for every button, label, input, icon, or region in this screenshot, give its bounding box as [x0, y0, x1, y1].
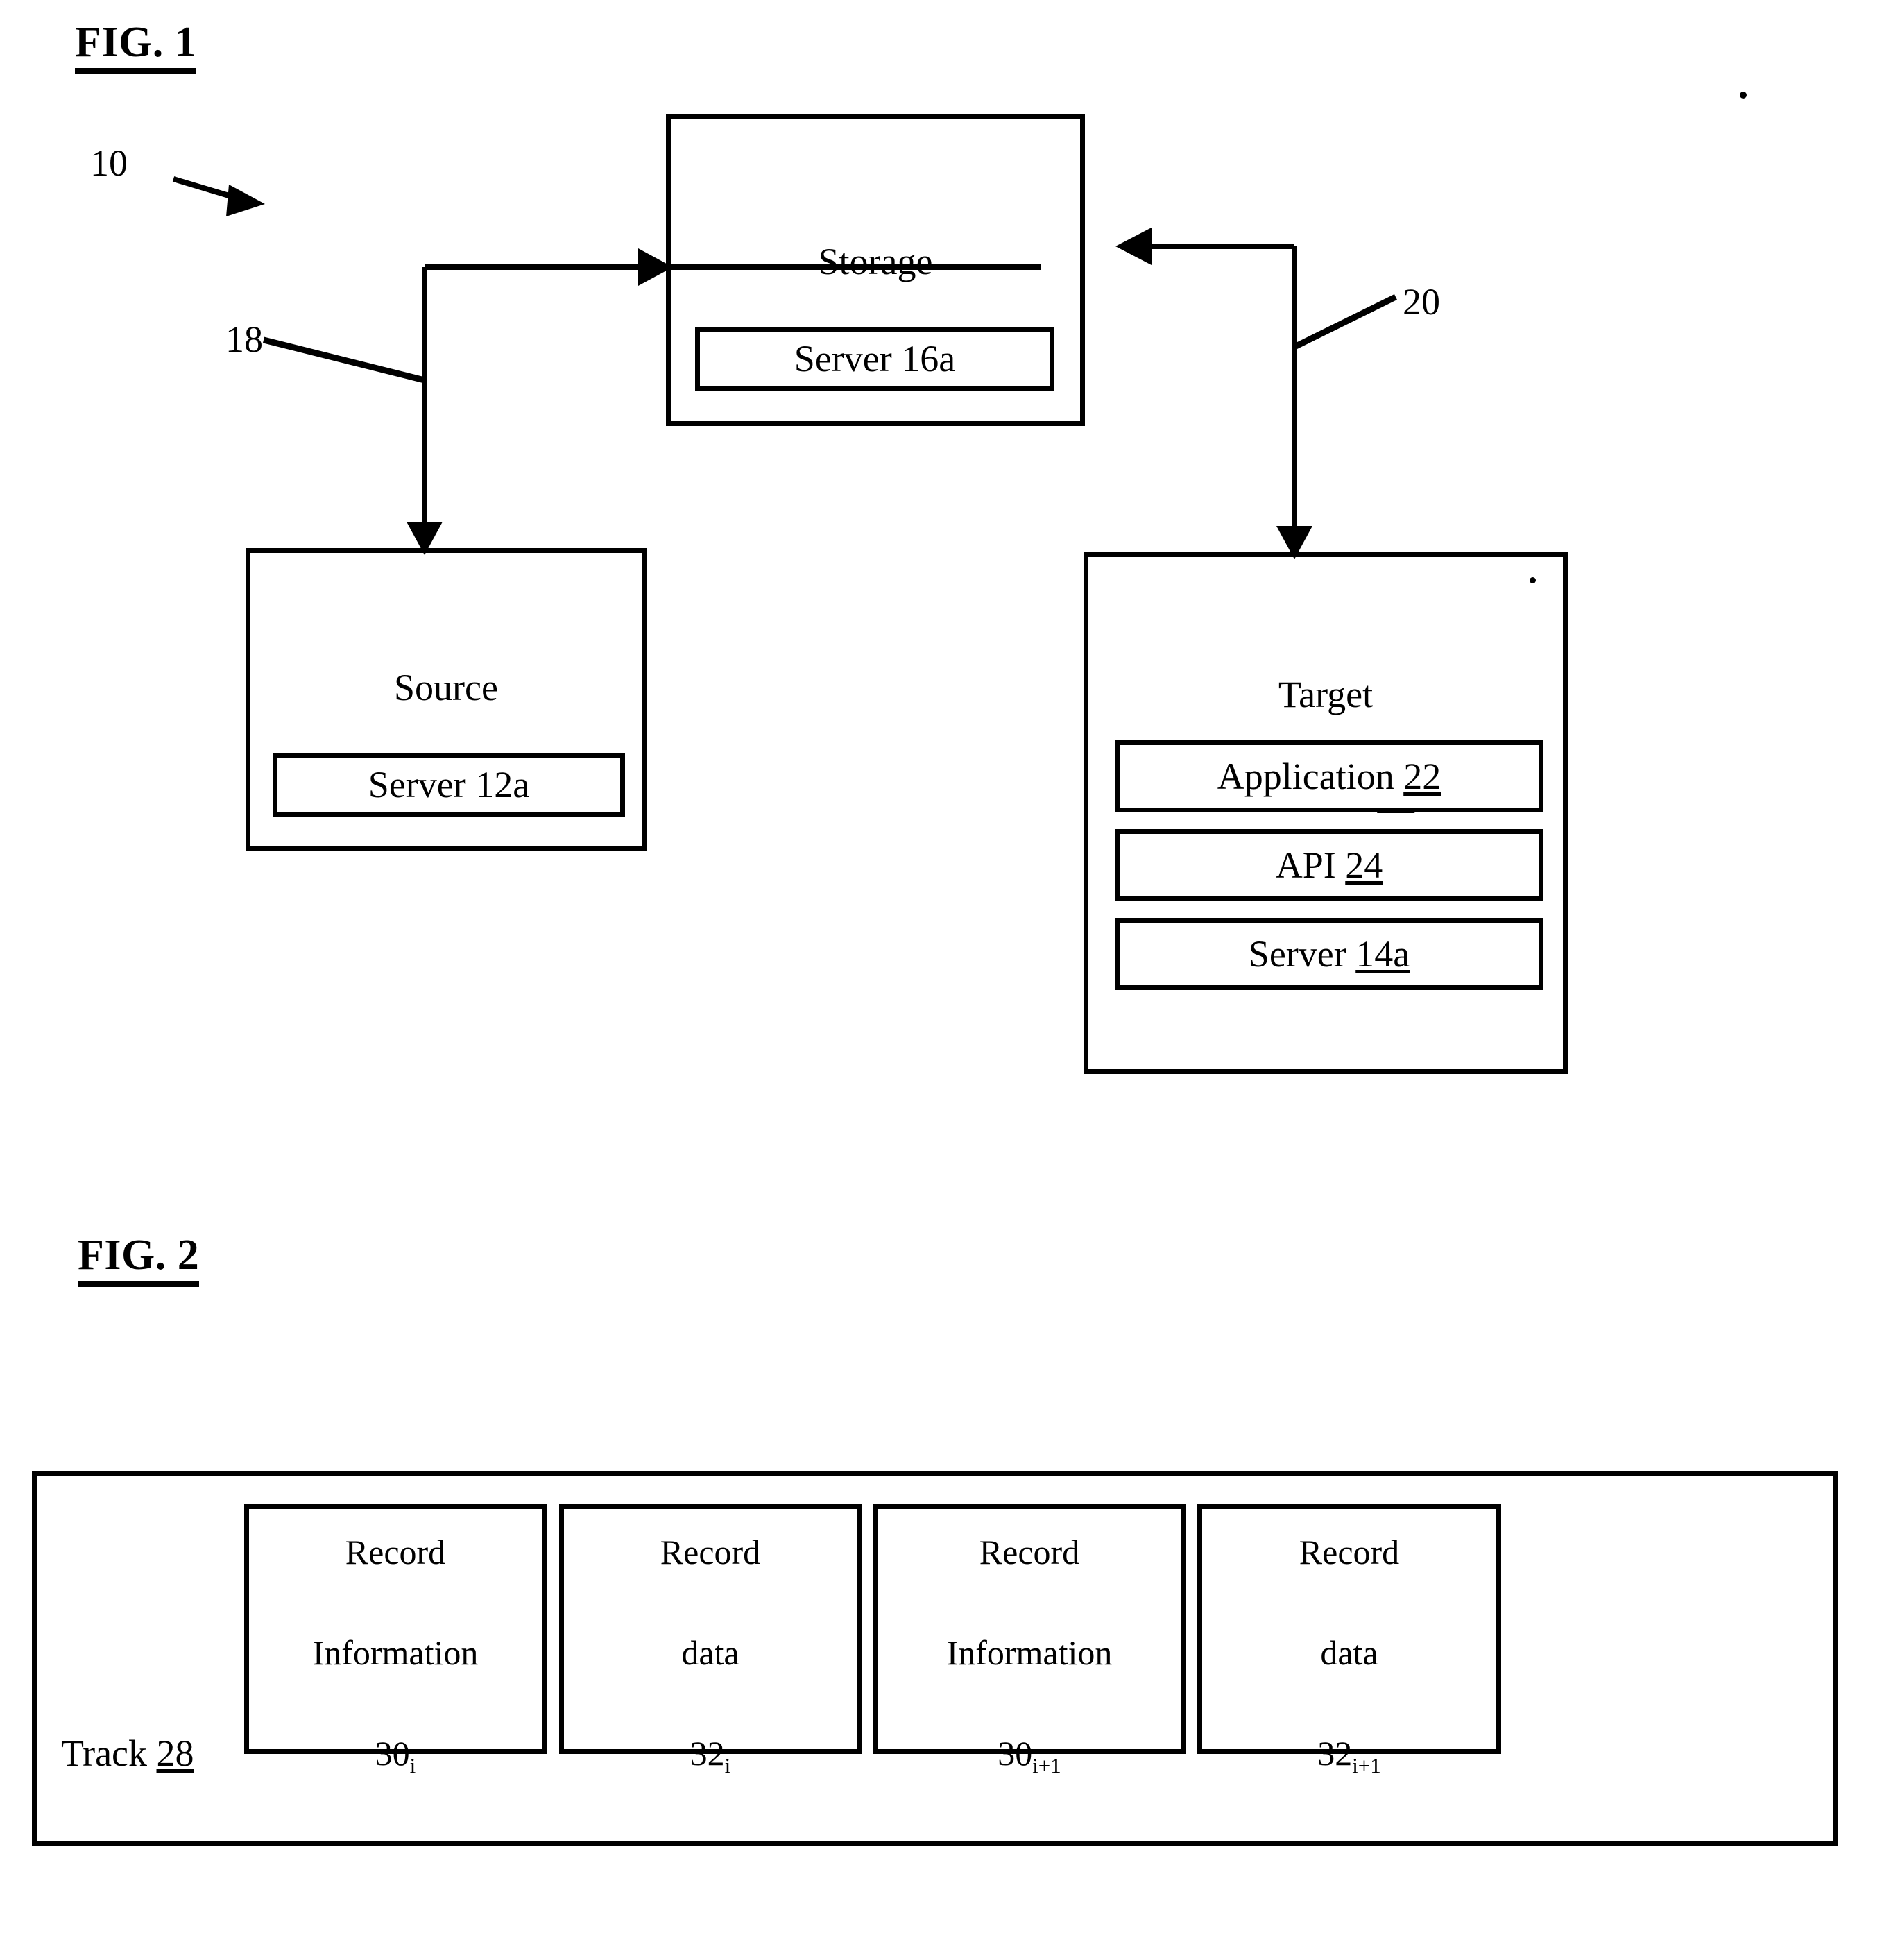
system-pointer-arrow	[172, 176, 265, 216]
record-segment-text: Record data 32i+1	[1299, 1476, 1399, 1781]
track-ref: 28	[156, 1732, 194, 1774]
target-platform-label-line1: Target	[1278, 674, 1374, 716]
track-label-text: Track	[61, 1732, 148, 1774]
record-segment-num: 32	[690, 1733, 725, 1773]
record-segment-line2: Information	[946, 1633, 1113, 1672]
record-segment-num: 30	[998, 1733, 1033, 1773]
record-segment-sub: i+1	[1352, 1753, 1381, 1778]
server-16a-label: Server 16a	[794, 338, 956, 380]
record-segment-text: Record Information 30i+1	[947, 1476, 1113, 1781]
source-platform-label-line1: Source	[394, 667, 498, 709]
server-14a-box: Server 14a	[1115, 918, 1543, 990]
figure-1-title: FIG. 1	[75, 21, 197, 74]
record-segment-sub: i	[724, 1753, 731, 1778]
record-segment-sub: i+1	[1032, 1753, 1061, 1778]
storage-subsystem-label-line1: Storage	[818, 241, 933, 283]
reference-numeral-20: 20	[1403, 281, 1440, 323]
reference-numeral-18: 18	[225, 318, 263, 360]
scan-speck	[1530, 577, 1536, 583]
reference-numeral-10: 10	[90, 142, 128, 184]
storage-subsystem-box: Storage SubSystem 16 Server 16a	[666, 114, 1085, 426]
record-segment-line1: Record	[1299, 1532, 1400, 1571]
record-segment-line1: Record	[979, 1532, 1080, 1571]
api-label: API 24	[1275, 844, 1383, 886]
server-14a-ref: 14a	[1355, 933, 1410, 975]
record-segment-num: 30	[375, 1733, 410, 1773]
server-16a-box: Server 16a	[695, 327, 1054, 391]
target-platform-box: Target Platform 14 Application 22 API 24…	[1084, 552, 1568, 1074]
connection-20-path	[1115, 228, 1397, 559]
application-box: Application 22	[1115, 740, 1543, 812]
record-segment-line1: Record	[345, 1532, 446, 1571]
api-box: API 24	[1115, 829, 1543, 901]
server-14a-label: Server 14a	[1248, 933, 1410, 975]
record-segment-line2: data	[1320, 1633, 1378, 1672]
record-segment-text: Record Information 30i	[313, 1476, 479, 1781]
patent-drawing-sheet: FIG. 1 10 18 20 Storage SubSystem 16 Ser…	[0, 0, 1891, 1960]
record-segment-text: Record data 32i	[660, 1476, 760, 1781]
source-platform-box: Source Platform 12 Server 12a	[246, 548, 647, 851]
record-segment-box: Record Information 30i+1	[873, 1504, 1186, 1778]
record-segment-line2: data	[681, 1633, 739, 1672]
record-segment-box: Record data 32i	[559, 1504, 862, 1778]
server-12a-box: Server 12a	[273, 753, 625, 817]
server-12a-label: Server 12a	[368, 764, 530, 806]
record-segment-box: Record data 32i+1	[1197, 1504, 1501, 1778]
api-ref: 24	[1345, 844, 1383, 886]
record-segment-sub: i	[409, 1753, 416, 1778]
figure-2-title: FIG. 2	[78, 1234, 200, 1287]
track-label: Track 28	[61, 1735, 194, 1772]
application-ref: 22	[1403, 756, 1441, 797]
application-label: Application 22	[1217, 756, 1441, 797]
scan-speck	[1740, 92, 1747, 99]
record-segment-line1: Record	[660, 1532, 761, 1571]
record-segment-num: 32	[1317, 1733, 1353, 1773]
record-segment-box: Record Information 30i	[244, 1504, 547, 1778]
record-segment-line2: Information	[312, 1633, 479, 1672]
